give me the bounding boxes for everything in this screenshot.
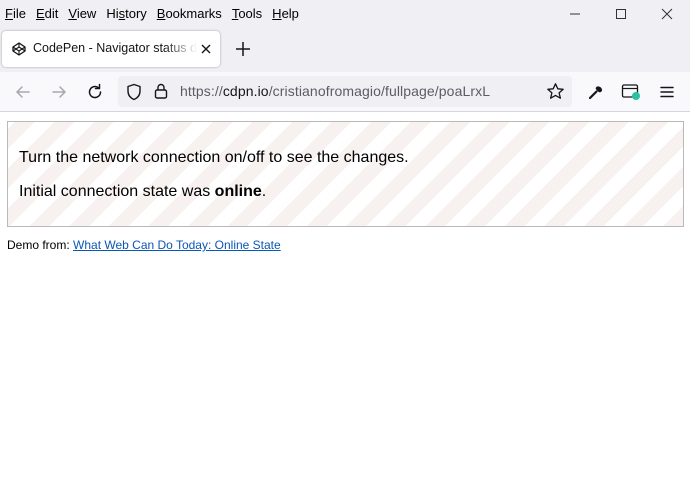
forward-icon bbox=[52, 86, 66, 98]
demo-prefix: Demo from: bbox=[7, 238, 74, 252]
app-menu-button[interactable] bbox=[656, 81, 678, 103]
devtools-button[interactable] bbox=[585, 81, 607, 103]
url-scheme: https:// bbox=[180, 83, 223, 99]
tab-title: CodePen - Navigator status demo bbox=[33, 41, 197, 55]
demo-link[interactable]: What Web Can Do Today: Online State bbox=[73, 238, 281, 252]
menu-history[interactable]: History bbox=[102, 6, 150, 21]
window-controls bbox=[552, 0, 690, 27]
maximize-button[interactable] bbox=[598, 0, 644, 27]
menu-view[interactable]: View bbox=[64, 6, 100, 21]
star-icon[interactable] bbox=[546, 82, 565, 101]
connection-state-text: Initial connection state was online. bbox=[19, 183, 266, 201]
tab-codepen[interactable]: CodePen - Navigator status demo bbox=[2, 31, 220, 67]
plus-icon[interactable] bbox=[233, 39, 253, 59]
connection-status-box: Turn the network connection on/off to se… bbox=[7, 121, 684, 227]
tab-strip: CodePen - Navigator status demo bbox=[0, 27, 690, 72]
menu-file[interactable]: File bbox=[1, 6, 30, 21]
wrench-icon bbox=[588, 86, 603, 100]
lock-icon[interactable] bbox=[152, 82, 170, 100]
demo-credit: Demo from: What Web Can Do Today: Online… bbox=[7, 238, 281, 252]
window-close-icon bbox=[661, 8, 673, 19]
state-suffix: . bbox=[261, 183, 267, 200]
back-button[interactable] bbox=[12, 81, 34, 103]
state-prefix: Initial connection state was bbox=[19, 183, 215, 200]
menu-icon bbox=[660, 86, 674, 98]
instruction-text: Turn the network connection on/off to se… bbox=[19, 149, 409, 166]
url-bar[interactable]: https://cdpn.io/cristianofromagio/fullpa… bbox=[118, 76, 572, 107]
minimize-button[interactable] bbox=[552, 0, 598, 27]
menu-edit[interactable]: Edit bbox=[32, 6, 62, 21]
nav-bar: https://cdpn.io/cristianofromagio/fullpa… bbox=[0, 72, 690, 112]
forward-button[interactable] bbox=[48, 81, 70, 103]
menu-help[interactable]: Help bbox=[268, 6, 303, 21]
menu-tools[interactable]: Tools bbox=[228, 6, 266, 21]
url-path: /cristianofromagio/fullpage/poaLrxL bbox=[268, 83, 491, 99]
close-icon[interactable] bbox=[199, 42, 213, 56]
state-value: online bbox=[214, 183, 262, 200]
url-text[interactable]: https://cdpn.io/cristianofromagio/fullpa… bbox=[180, 83, 490, 99]
menu-bookmarks[interactable]: Bookmarks bbox=[153, 6, 226, 21]
minimize-icon bbox=[570, 13, 580, 14]
back-icon bbox=[16, 86, 30, 98]
shield-icon[interactable] bbox=[125, 83, 143, 101]
reload-button[interactable] bbox=[84, 81, 106, 103]
menu-bar: File Edit View History Bookmarks Tools H… bbox=[0, 0, 690, 27]
reload-icon bbox=[88, 83, 102, 99]
extension-icon bbox=[621, 84, 640, 100]
url-host: cdpn.io bbox=[222, 83, 269, 99]
window-close-button[interactable] bbox=[644, 0, 690, 27]
maximize-icon bbox=[616, 8, 626, 19]
extension-button[interactable] bbox=[620, 81, 642, 103]
codepen-icon bbox=[12, 42, 26, 56]
